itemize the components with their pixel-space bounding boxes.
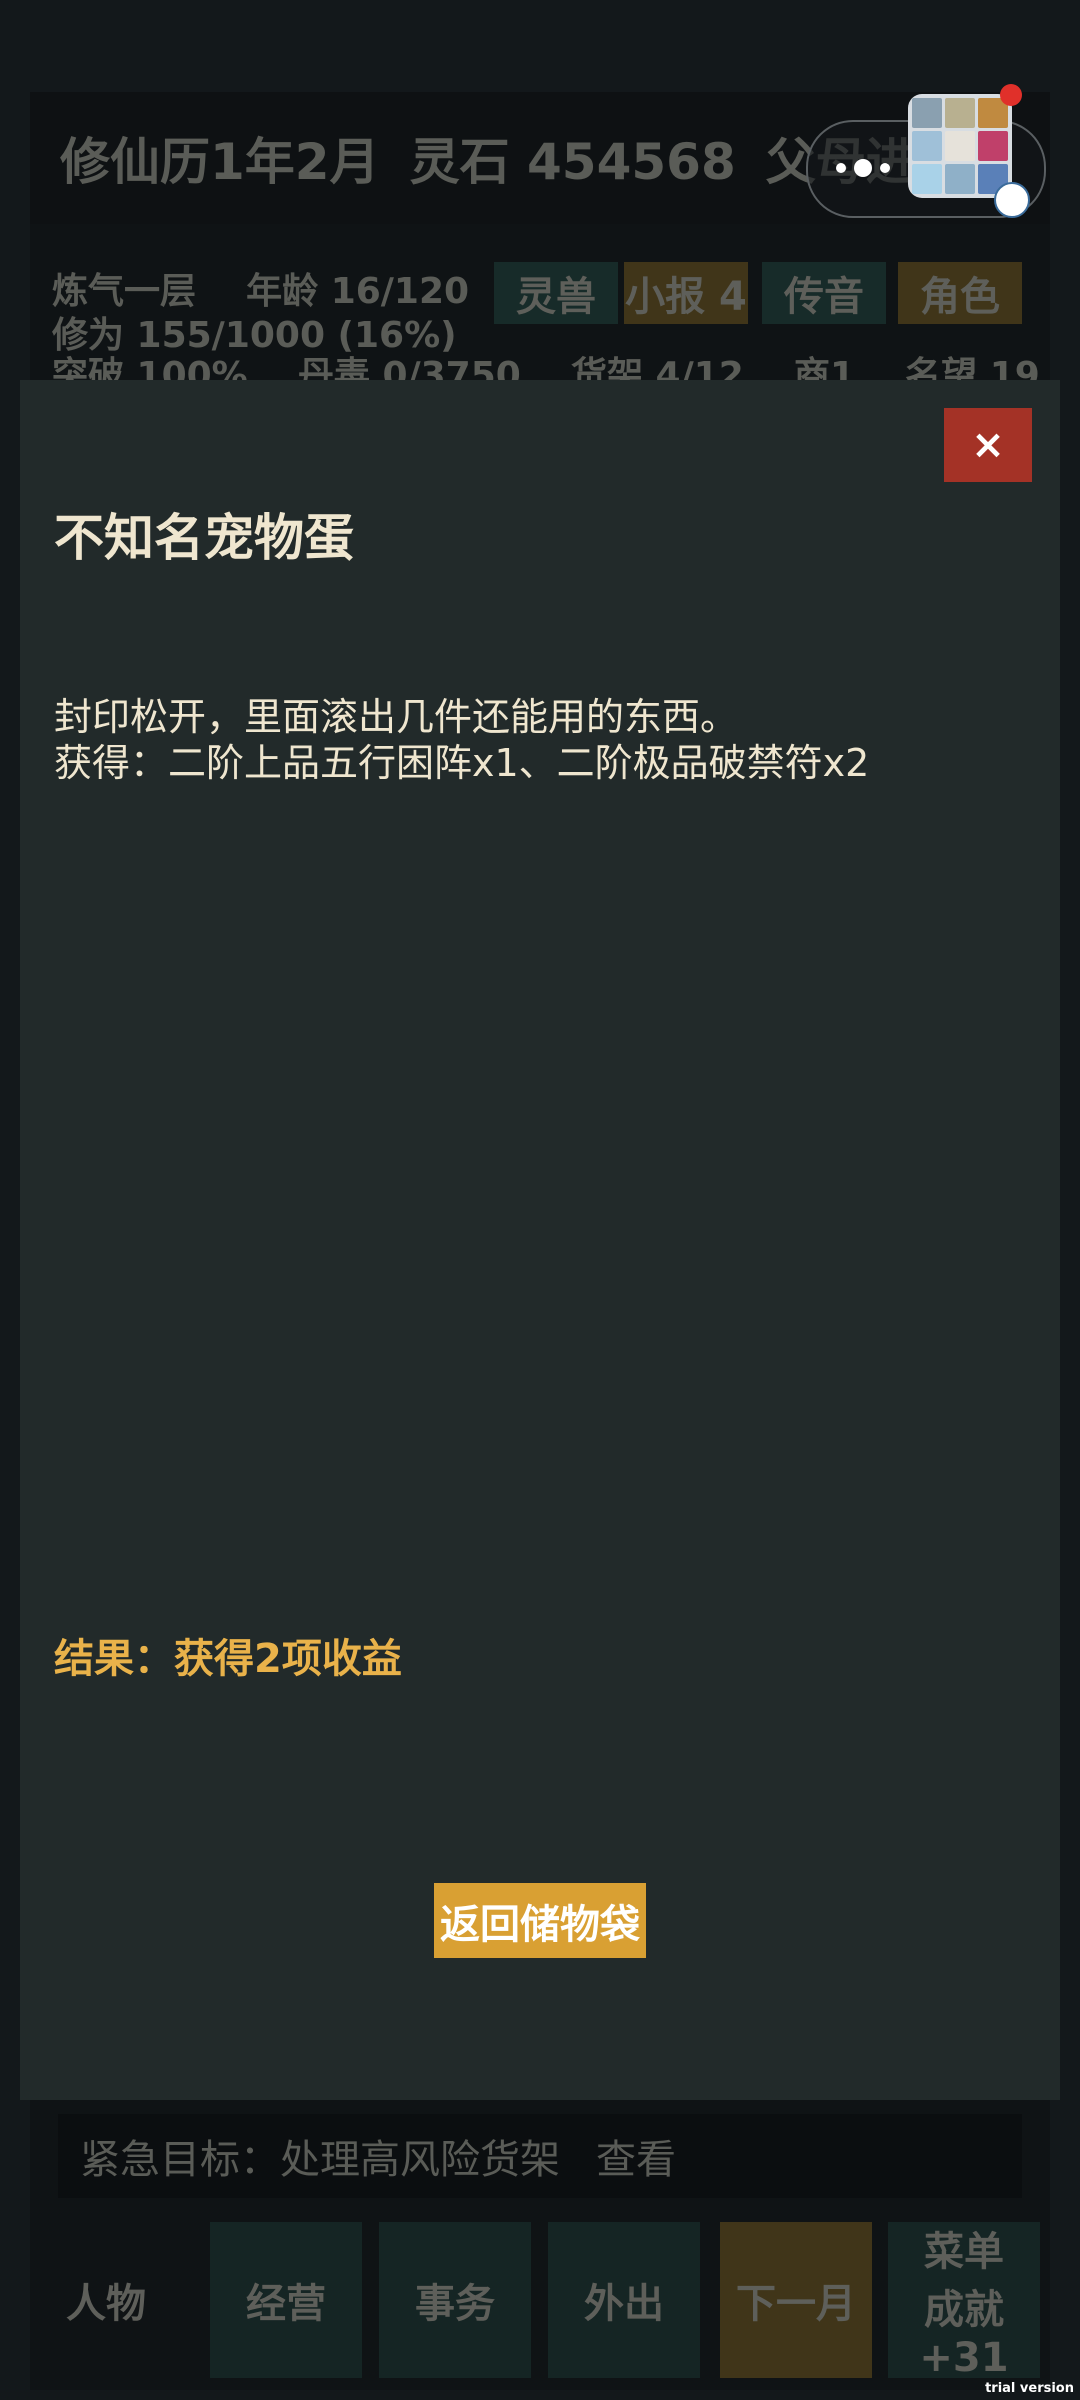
view-goal-link[interactable]: 查看 xyxy=(596,2127,676,2185)
game-date: 修仙历1年2月 xyxy=(60,133,380,191)
spirit-beast-button[interactable]: 灵兽 xyxy=(494,262,618,324)
nav-menu[interactable]: 菜单 成就+31 xyxy=(888,2222,1040,2381)
notification-dot xyxy=(1000,84,1022,106)
modal-body-line: 封印松开，里面滚出几件还能用的东西。 xyxy=(54,695,739,739)
assistant-icon[interactable] xyxy=(994,182,1030,218)
modal-body: 封印松开，里面滚出几件还能用的东西。 获得：二阶上品五行困阵x1、二阶极品破禁符… xyxy=(54,694,1014,786)
more-icon[interactable] xyxy=(836,148,896,188)
trial-watermark: trial version xyxy=(985,2381,1074,2396)
nav-outing[interactable]: 外出 xyxy=(548,2222,700,2378)
message-button[interactable]: 传音 xyxy=(762,262,886,324)
nav-achievements-label: 成就+31 xyxy=(919,2287,1009,2381)
urgent-goal-text: 紧急目标：处理高风险货架 xyxy=(80,2137,560,2183)
floating-thumbnail[interactable] xyxy=(908,94,1012,198)
nav-menu-label: 菜单 xyxy=(924,2229,1004,2275)
nav-next-month[interactable]: 下一月 xyxy=(720,2222,872,2378)
nav-character[interactable]: 人物 xyxy=(30,2222,182,2378)
spirit-stone-count: 灵石 454568 xyxy=(409,133,736,191)
modal-title: 不知名宠物蛋 xyxy=(54,509,354,567)
character-button[interactable]: 角色 xyxy=(898,262,1022,324)
close-button[interactable]: × xyxy=(944,408,1032,482)
urgent-goal-bar: 紧急目标：处理高风险货架 查看 xyxy=(58,2114,1022,2198)
bottom-nav: 人物 经营 事务 外出 下一月 菜单 成就+31 xyxy=(30,2210,1050,2390)
nav-operate[interactable]: 经营 xyxy=(210,2222,362,2378)
news-button[interactable]: 小报 4 xyxy=(624,262,748,324)
return-to-bag-button[interactable]: 返回储物袋 xyxy=(434,1883,646,1958)
modal-body-line: 获得：二阶上品五行困阵x1、二阶极品破禁符x2 xyxy=(54,741,870,785)
modal-result: 结果：获得2项收益 xyxy=(54,1636,402,1682)
event-modal xyxy=(20,380,1060,2100)
nav-affairs[interactable]: 事务 xyxy=(379,2222,531,2378)
